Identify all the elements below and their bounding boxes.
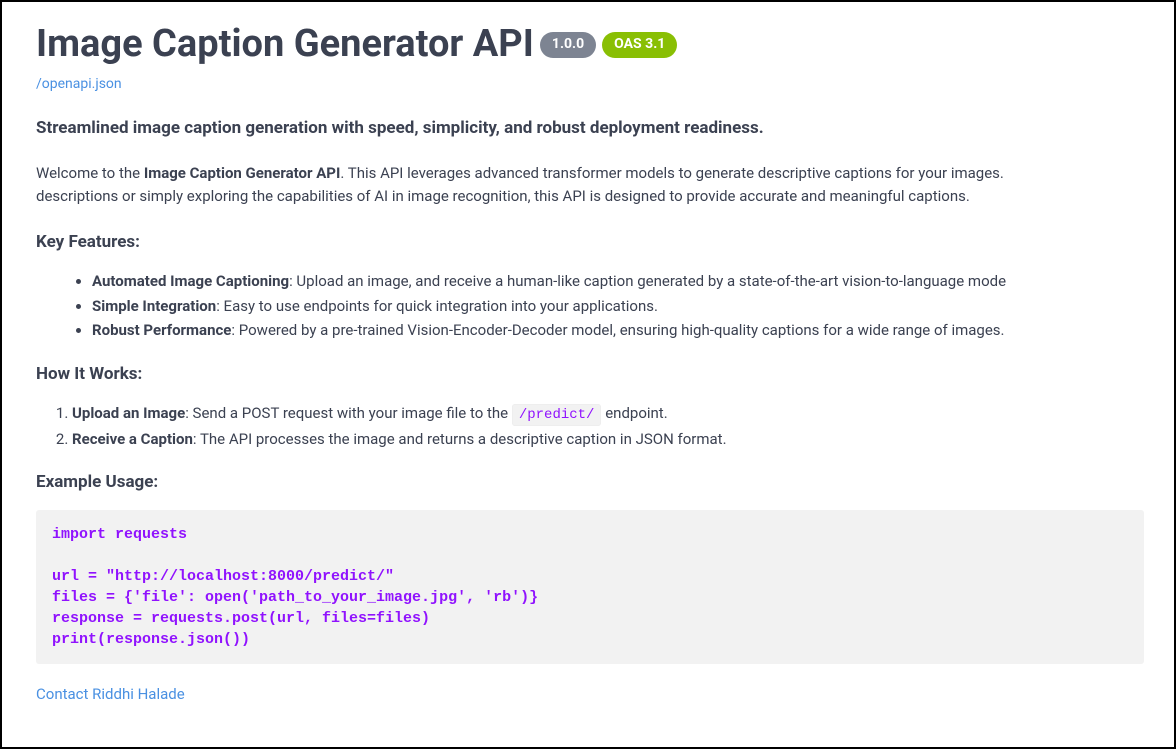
intro-line1-rest: . This API leverages advanced transforme… bbox=[340, 164, 1004, 182]
features-heading: Key Features: bbox=[36, 232, 1144, 252]
intro-line2: descriptions or simply exploring the cap… bbox=[36, 187, 970, 205]
list-item: Simple Integration: Easy to use endpoint… bbox=[92, 295, 1144, 318]
title-row: Image Caption Generator API 1.0.0 OAS 3.… bbox=[36, 22, 1144, 68]
list-item: Robust Performance: Powered by a pre-tra… bbox=[92, 319, 1144, 342]
list-item: Automated Image Captioning: Upload an im… bbox=[92, 270, 1144, 293]
list-item: Receive a Caption: The API processes the… bbox=[72, 428, 1144, 451]
version-badge: 1.0.0 bbox=[540, 32, 596, 58]
steps-list: Upload an Image: Send a POST request wit… bbox=[36, 402, 1144, 451]
intro-paragraph: Welcome to the Image Caption Generator A… bbox=[36, 162, 1144, 209]
intro-bold: Image Caption Generator API bbox=[144, 164, 341, 182]
page-title: Image Caption Generator API bbox=[36, 22, 534, 68]
inline-code-endpoint: /predict/ bbox=[512, 404, 602, 426]
intro-prefix: Welcome to the bbox=[36, 164, 144, 182]
example-code-block: import requests url = "http://localhost:… bbox=[36, 510, 1144, 664]
openapi-spec-link[interactable]: /openapi.json bbox=[36, 76, 1144, 92]
oas-badge: OAS 3.1 bbox=[602, 32, 677, 58]
how-heading: How It Works: bbox=[36, 364, 1144, 384]
features-list: Automated Image Captioning: Upload an im… bbox=[36, 270, 1144, 342]
contact-link[interactable]: Contact Riddhi Halade bbox=[36, 685, 185, 703]
example-heading: Example Usage: bbox=[36, 472, 1144, 492]
list-item: Upload an Image: Send a POST request wit… bbox=[72, 402, 1144, 426]
tagline: Streamlined image caption generation wit… bbox=[36, 118, 1144, 138]
